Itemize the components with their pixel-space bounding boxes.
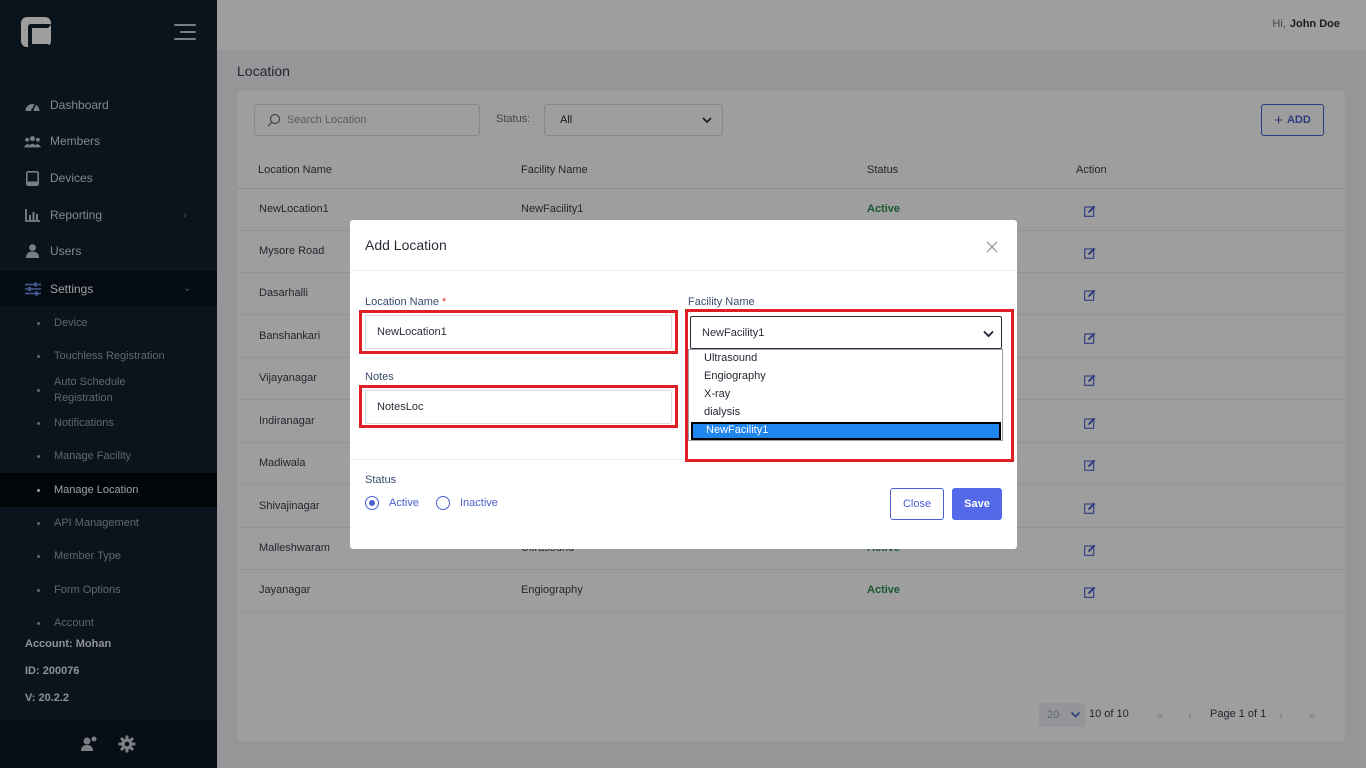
close-icon[interactable] <box>986 240 998 253</box>
highlight-notes <box>359 385 678 428</box>
save-button[interactable]: Save <box>952 488 1002 520</box>
required-mark: * <box>442 296 447 308</box>
status-inactive-radio[interactable] <box>436 496 450 510</box>
status-inactive-label[interactable]: Inactive <box>460 497 498 509</box>
status-active-radio[interactable] <box>365 496 379 510</box>
notes-label: Notes <box>365 371 394 383</box>
highlight-location-name <box>359 310 678 354</box>
status-label: Status <box>365 474 397 486</box>
status-active-label[interactable]: Active <box>389 497 419 509</box>
close-button[interactable]: Close <box>890 488 944 520</box>
modal-header-divider <box>350 270 1017 271</box>
highlight-facility-name <box>685 309 1014 462</box>
location-name-label: Location Name * <box>365 296 447 308</box>
facility-name-label: Facility Name <box>688 296 755 308</box>
modal-title: Add Location <box>365 237 447 253</box>
